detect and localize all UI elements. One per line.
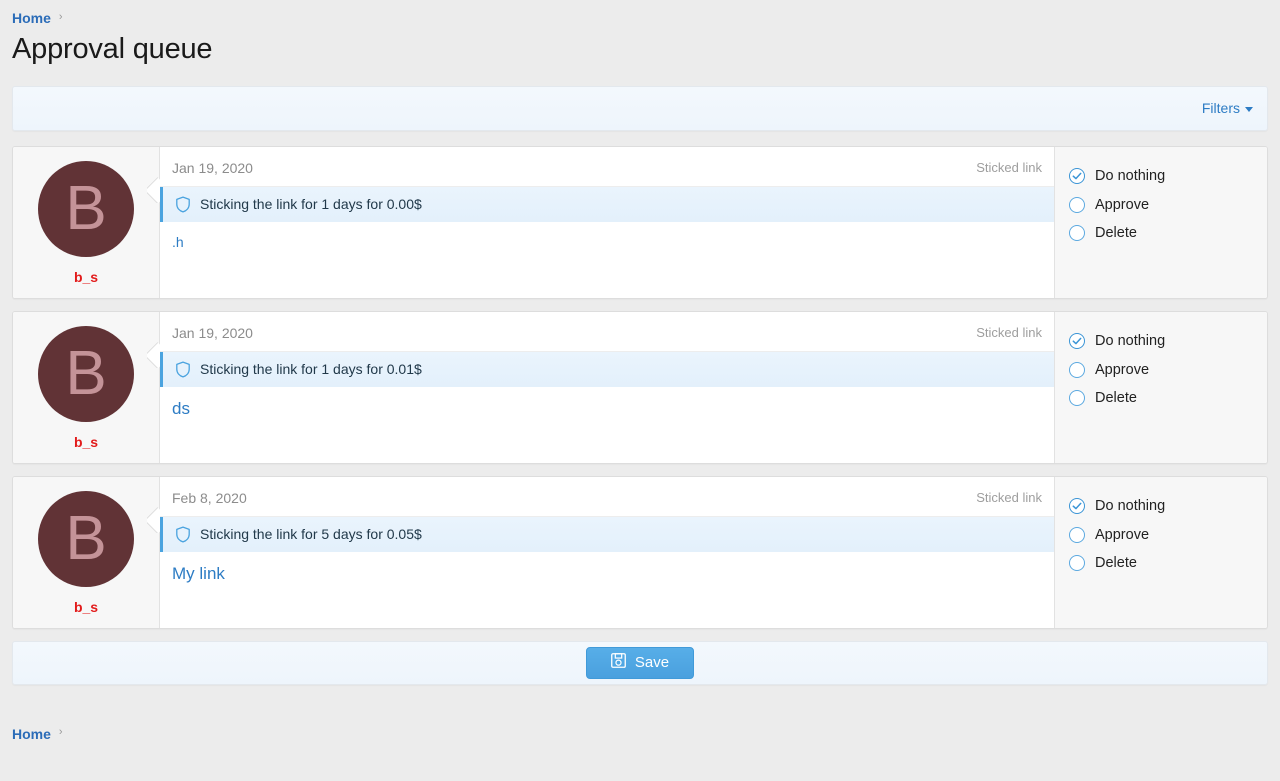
card-body: Jan 19, 2020 Sticked link Sticking the l…: [160, 312, 1054, 463]
status-badge: Sticked link: [976, 160, 1042, 175]
breadcrumb-separator-icon-bottom: ›: [59, 727, 63, 738]
radio-empty-icon: [1069, 527, 1085, 543]
author-name-link[interactable]: b_s: [74, 434, 98, 450]
save-button-label: Save: [635, 654, 669, 671]
speech-tail-icon: [147, 342, 160, 368]
speech-tail-icon: [147, 177, 160, 203]
breadcrumb-separator-icon-top: ›: [59, 12, 63, 23]
card-date: Feb 8, 2020: [172, 490, 247, 506]
card-header: Feb 8, 2020 Sticked link: [160, 477, 1054, 517]
save-button[interactable]: Save: [586, 647, 694, 679]
avatar: B: [38, 326, 134, 422]
submitted-link[interactable]: .h: [172, 234, 184, 250]
radio-delete-label: Delete: [1095, 225, 1137, 241]
radio-delete[interactable]: Delete: [1069, 549, 1267, 578]
radio-approve[interactable]: Approve: [1069, 190, 1267, 219]
radio-empty-icon: [1069, 390, 1085, 406]
approval-card: B b_s Jan 19, 2020 Sticked link Sticking…: [12, 311, 1268, 464]
speech-tail-icon: [147, 507, 160, 533]
save-bar: Save: [12, 641, 1268, 685]
radio-do-nothing[interactable]: Do nothing: [1069, 492, 1267, 521]
radio-delete-label: Delete: [1095, 390, 1137, 406]
radio-do-nothing[interactable]: Do nothing: [1069, 162, 1267, 191]
card-header: Jan 19, 2020 Sticked link: [160, 312, 1054, 352]
filter-bar: Filters: [12, 86, 1268, 131]
sticky-alert: Sticking the link for 1 days for 0.00$: [160, 187, 1054, 222]
card-date: Jan 19, 2020: [172, 325, 253, 341]
radio-delete[interactable]: Delete: [1069, 384, 1267, 413]
chevron-down-icon: [1245, 107, 1253, 112]
card-body: Jan 19, 2020 Sticked link Sticking the l…: [160, 147, 1054, 298]
card-author-column: B b_s: [13, 477, 160, 628]
radio-approve[interactable]: Approve: [1069, 355, 1267, 384]
approval-queue-page: Home › Approval queue Filters B b_s Jan …: [0, 0, 1280, 781]
radio-empty-icon: [1069, 225, 1085, 241]
card-link-area: My link: [160, 552, 1054, 628]
approval-card: B b_s Feb 8, 2020 Sticked link Sticking …: [12, 476, 1268, 629]
shield-icon: [175, 361, 191, 378]
breadcrumb-home-link-top[interactable]: Home: [12, 10, 51, 26]
radio-do-nothing-label: Do nothing: [1095, 498, 1165, 514]
card-actions-column: Do nothing Approve Delete: [1054, 147, 1267, 298]
author-name-link[interactable]: b_s: [74, 269, 98, 285]
card-link-area: .h: [160, 222, 1054, 298]
avatar: B: [38, 491, 134, 587]
card-author-column: B b_s: [13, 312, 160, 463]
breadcrumb-bottom: Home ›: [0, 723, 1280, 745]
page-title: Approval queue: [12, 34, 1280, 66]
sticky-alert-text: Sticking the link for 1 days for 0.00$: [200, 196, 422, 212]
card-body: Feb 8, 2020 Sticked link Sticking the li…: [160, 477, 1054, 628]
sticky-alert-text: Sticking the link for 1 days for 0.01$: [200, 361, 422, 377]
radio-approve-label: Approve: [1095, 527, 1149, 543]
radio-checked-icon: [1069, 168, 1085, 184]
card-date: Jan 19, 2020: [172, 160, 253, 176]
avatar: B: [38, 161, 134, 257]
radio-checked-icon: [1069, 498, 1085, 514]
radio-do-nothing-label: Do nothing: [1095, 168, 1165, 184]
filters-label: Filters: [1202, 100, 1240, 116]
shield-icon: [175, 526, 191, 543]
card-actions-column: Do nothing Approve Delete: [1054, 312, 1267, 463]
save-icon: [611, 653, 626, 672]
radio-do-nothing[interactable]: Do nothing: [1069, 327, 1267, 356]
submitted-link[interactable]: ds: [172, 399, 190, 418]
breadcrumb-top: Home ›: [0, 0, 1280, 22]
sticky-alert: Sticking the link for 1 days for 0.01$: [160, 352, 1054, 387]
filters-dropdown-toggle[interactable]: Filters: [1202, 100, 1253, 116]
submitted-link[interactable]: My link: [172, 564, 225, 583]
approval-card-list: B b_s Jan 19, 2020 Sticked link Sticking…: [12, 146, 1268, 629]
card-link-area: ds: [160, 387, 1054, 463]
status-badge: Sticked link: [976, 490, 1042, 505]
sticky-alert-text: Sticking the link for 5 days for 0.05$: [200, 526, 422, 542]
card-author-column: B b_s: [13, 147, 160, 298]
radio-delete-label: Delete: [1095, 555, 1137, 571]
radio-empty-icon: [1069, 197, 1085, 213]
radio-empty-icon: [1069, 362, 1085, 378]
radio-delete[interactable]: Delete: [1069, 219, 1267, 248]
breadcrumb-home-link-bottom[interactable]: Home: [12, 726, 51, 742]
author-name-link[interactable]: b_s: [74, 599, 98, 615]
radio-approve-label: Approve: [1095, 362, 1149, 378]
shield-icon: [175, 196, 191, 213]
status-badge: Sticked link: [976, 325, 1042, 340]
radio-empty-icon: [1069, 555, 1085, 571]
approval-card: B b_s Jan 19, 2020 Sticked link Sticking…: [12, 146, 1268, 299]
radio-approve-label: Approve: [1095, 197, 1149, 213]
card-header: Jan 19, 2020 Sticked link: [160, 147, 1054, 187]
radio-checked-icon: [1069, 333, 1085, 349]
card-actions-column: Do nothing Approve Delete: [1054, 477, 1267, 628]
radio-do-nothing-label: Do nothing: [1095, 333, 1165, 349]
sticky-alert: Sticking the link for 5 days for 0.05$: [160, 517, 1054, 552]
radio-approve[interactable]: Approve: [1069, 520, 1267, 549]
